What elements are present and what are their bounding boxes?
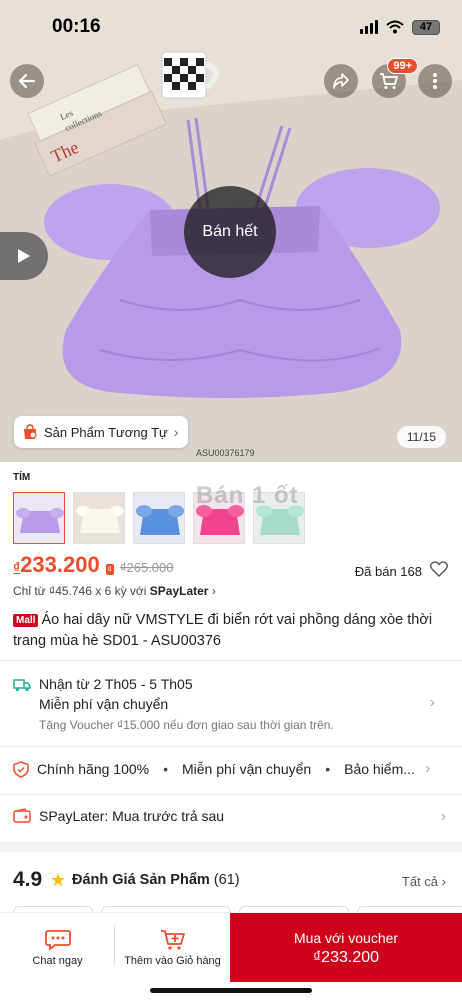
spaylater-label: SPayLater: Mua trước trả sau — [39, 808, 225, 824]
rating-score: 4.9 — [13, 868, 43, 891]
shipping-fee: Miễn phí vận chuyển — [39, 696, 169, 712]
variant-thumb-blue[interactable] — [133, 492, 185, 544]
back-button[interactable] — [10, 64, 44, 98]
similar-products-button[interactable]: Sản Phẩm Tương Tự › — [14, 416, 189, 448]
chevron-right-icon: › — [440, 808, 446, 825]
spaylater-row[interactable]: SPayLater: Mua trước trả sau — [13, 808, 449, 824]
cart-button[interactable]: 99+ — [372, 58, 418, 98]
variant-thumb-white[interactable] — [73, 492, 125, 544]
play-icon — [18, 249, 30, 263]
divider — [0, 794, 462, 795]
back-arrow-icon — [18, 73, 36, 89]
chevron-right-icon: › — [424, 760, 431, 777]
section-gap — [0, 842, 462, 852]
separator-dot: • — [163, 761, 168, 777]
sold-count: Đã bán 168 — [354, 564, 422, 579]
chat-label: Chat ngay — [32, 954, 83, 967]
guarantee-insurance: Bảo hiểm... — [344, 761, 415, 777]
heart-icon[interactable] — [430, 561, 448, 577]
rating-title: Đánh Giá Sản Phẩm (61) — [72, 872, 240, 888]
chevron-right-icon: › — [429, 694, 435, 711]
shield-icon — [13, 760, 29, 778]
mall-badge: Mall — [13, 614, 39, 627]
delivery-date: Nhận từ 2 Th05 - 5 Th05 — [39, 676, 193, 692]
guarantee-authentic: Chính hãng 100% — [37, 761, 150, 777]
variant-image — [14, 493, 64, 543]
chat-button[interactable]: Chat ngay — [0, 913, 115, 982]
chat-icon — [44, 929, 71, 951]
image-counter: 11/15 — [396, 426, 446, 448]
shipping-info[interactable]: Nhận từ 2 Th05 - 5 Th05 Miễn phí vận chu… — [13, 672, 449, 736]
more-options-button[interactable] — [418, 64, 452, 98]
chevron-right-icon: › — [441, 874, 446, 889]
price-tag-icon: ₫ — [105, 564, 114, 575]
price-row: ₫233.200 ₫ ₫265.000 — [13, 552, 174, 578]
truck-icon — [13, 679, 31, 692]
share-icon — [333, 73, 349, 89]
sku-code: ASU00376179 — [196, 448, 255, 458]
status-bar: 00:16 47 — [0, 0, 462, 54]
buy-label: Mua với voucher — [293, 929, 399, 946]
voucher-note: Tặng Voucher ₫15.000 nếu đơn giao sau th… — [39, 718, 334, 732]
guarantees-row[interactable]: Chính hãng 100% • Miễn phí vận chuyển • … — [13, 760, 449, 778]
share-button[interactable] — [324, 64, 358, 98]
more-icon — [433, 73, 437, 89]
play-video-button[interactable] — [0, 232, 48, 280]
variant-label: TÍM — [13, 472, 31, 483]
variant-image — [134, 493, 184, 543]
current-price: ₫233.200 — [13, 552, 100, 577]
original-price: ₫265.000 — [119, 560, 174, 575]
wallet-icon — [13, 808, 31, 823]
add-to-cart-button[interactable]: Thêm vào Giỏ hàng — [115, 913, 230, 982]
product-title: Mall Áo hai dây nữ VMSTYLE đi biển rớt va… — [13, 612, 433, 649]
buy-price: ₫233.200 — [312, 948, 380, 966]
divider — [0, 660, 462, 661]
product-image-carousel[interactable]: Les collections The 00:16 47 99+ Bán hết… — [0, 0, 462, 462]
installment-offer[interactable]: Chỉ từ ₫45.746 x 6 kỳ với SPayLater › — [13, 584, 216, 598]
battery-indicator: 47 — [412, 19, 440, 35]
cart-icon — [380, 73, 398, 89]
similar-products-label: Sản Phẩm Tương Tự — [44, 424, 168, 440]
star-icon: ★ — [50, 870, 67, 890]
shopping-bag-icon — [24, 424, 37, 439]
cellular-signal-icon — [360, 20, 378, 34]
cart-count-badge: 99+ — [387, 58, 418, 74]
bottom-action-bar: Chat ngay Thêm vào Giỏ hàng Mua với vouc… — [0, 912, 462, 982]
sold-out-badge: Bán hết — [184, 186, 276, 278]
watermark: Bán 1 ốt — [196, 482, 299, 509]
chevron-right-icon: › — [173, 424, 179, 440]
variant-thumb-purple[interactable] — [13, 492, 65, 544]
chevron-right-icon: › — [211, 584, 216, 598]
view-all-reviews-link[interactable]: Tất cả › — [402, 874, 446, 889]
divider — [0, 746, 462, 747]
buy-with-voucher-button[interactable]: Mua với voucher ₫233.200 — [230, 913, 462, 982]
guarantee-free-shipping: Miễn phí vận chuyển — [182, 761, 312, 777]
separator-dot: • — [325, 761, 331, 777]
variant-image — [74, 493, 124, 543]
add-cart-icon — [160, 929, 185, 950]
home-indicator — [150, 988, 312, 993]
add-cart-label: Thêm vào Giỏ hàng — [124, 954, 221, 967]
wifi-icon — [386, 20, 404, 34]
status-time: 00:16 — [52, 16, 101, 37]
